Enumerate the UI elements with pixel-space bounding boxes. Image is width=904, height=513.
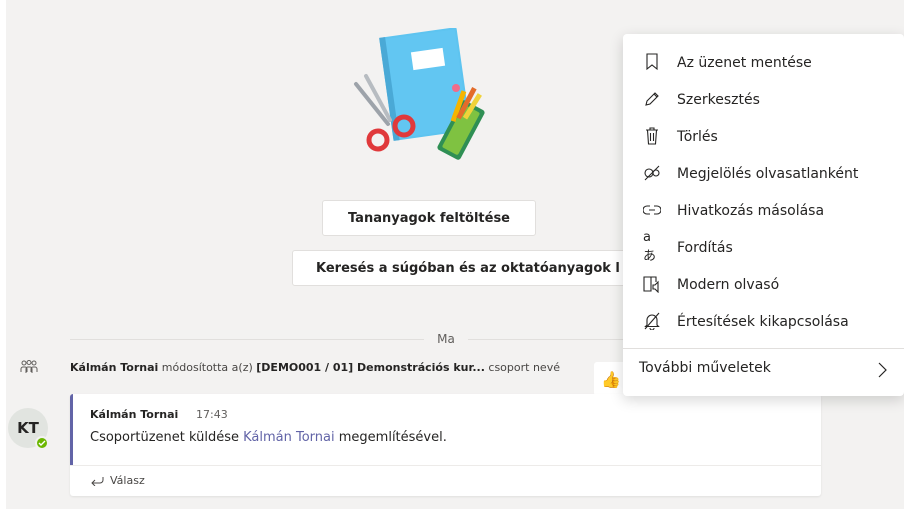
message-body-prefix: Csoportüzenet küldése	[90, 430, 244, 445]
message-body-suffix: megemlítésével.	[334, 430, 447, 445]
menu-separator	[623, 348, 904, 349]
more-actions-label: További műveletek	[639, 360, 771, 376]
team-icon	[20, 360, 38, 373]
system-message-suffix: csoport nevé	[484, 361, 560, 374]
menu-item-immersive-reader[interactable]: Modern olvasó	[623, 266, 904, 303]
system-message: Kálmán Tornai módosította a(z) [DEMO001 …	[70, 360, 610, 376]
menu-item-delete[interactable]: Törlés	[623, 118, 904, 155]
translate-icon: aあ	[643, 230, 657, 264]
bell-off-icon	[643, 312, 661, 330]
link-icon	[643, 201, 661, 219]
message-author[interactable]: Kálmán Tornai	[90, 408, 178, 421]
menu-item-label: Hivatkozás másolása	[677, 202, 825, 219]
left-frame	[0, 0, 6, 513]
message-body: Csoportüzenet küldése Kálmán Tornai mege…	[90, 430, 447, 445]
system-message-text: módosította a(z)	[158, 361, 257, 374]
message-context-menu: Az üzenet mentése Szerkesztés Törlés Meg…	[623, 34, 904, 396]
unread-icon	[643, 164, 661, 182]
system-message-actor: Kálmán Tornai	[70, 361, 159, 374]
reply-arrow-icon	[91, 476, 104, 486]
trash-icon	[643, 127, 661, 145]
menu-item-translate[interactable]: aあ Fordítás	[623, 229, 904, 266]
chevron-right-icon	[878, 362, 887, 378]
reply-label: Válasz	[110, 474, 145, 487]
menu-item-label: Modern olvasó	[677, 276, 780, 293]
presence-available-icon	[35, 436, 49, 450]
mention-link[interactable]: Kálmán Tornai	[243, 430, 335, 445]
pencil-icon	[643, 90, 661, 108]
date-divider-label: Ma	[424, 330, 468, 348]
menu-item-edit[interactable]: Szerkesztés	[623, 81, 904, 118]
menu-item-copy-link[interactable]: Hivatkozás másolása	[623, 192, 904, 229]
bookmark-icon	[643, 53, 661, 71]
menu-item-label: Törlés	[677, 128, 718, 145]
menu-item-label: Szerkesztés	[677, 91, 760, 108]
menu-item-more-actions[interactable]: További műveletek	[623, 350, 904, 390]
system-message-target: [DEMO001 / 01] Demonstrációs kur...	[256, 361, 485, 374]
menu-item-label: Megjelölés olvasatlanként	[677, 165, 859, 182]
bottom-frame	[0, 509, 904, 513]
search-help-button[interactable]: Keresés a súgóban és az oktatóanyagok l	[292, 250, 632, 286]
notebook-scissors-illustration	[354, 28, 485, 160]
menu-item-save[interactable]: Az üzenet mentése	[623, 44, 904, 81]
message-timestamp: 17:43	[196, 408, 228, 421]
immersive-reader-icon	[643, 275, 661, 293]
message-separator	[70, 465, 821, 466]
message-accent-bar	[70, 394, 73, 465]
menu-item-label: Értesítések kikapcsolása	[677, 313, 849, 330]
menu-item-mark-unread[interactable]: Megjelölés olvasatlanként	[623, 155, 904, 192]
message-card[interactable]: Kálmán Tornai 17:43 Csoportüzenet küldés…	[70, 394, 821, 496]
menu-item-label: Fordítás	[677, 239, 733, 256]
reply-button[interactable]: Válasz	[90, 474, 145, 487]
upload-materials-button[interactable]: Tananyagok feltöltése	[322, 200, 536, 236]
menu-item-label: Az üzenet mentése	[677, 54, 812, 71]
menu-item-turn-off-notifications[interactable]: Értesítések kikapcsolása	[623, 303, 904, 340]
